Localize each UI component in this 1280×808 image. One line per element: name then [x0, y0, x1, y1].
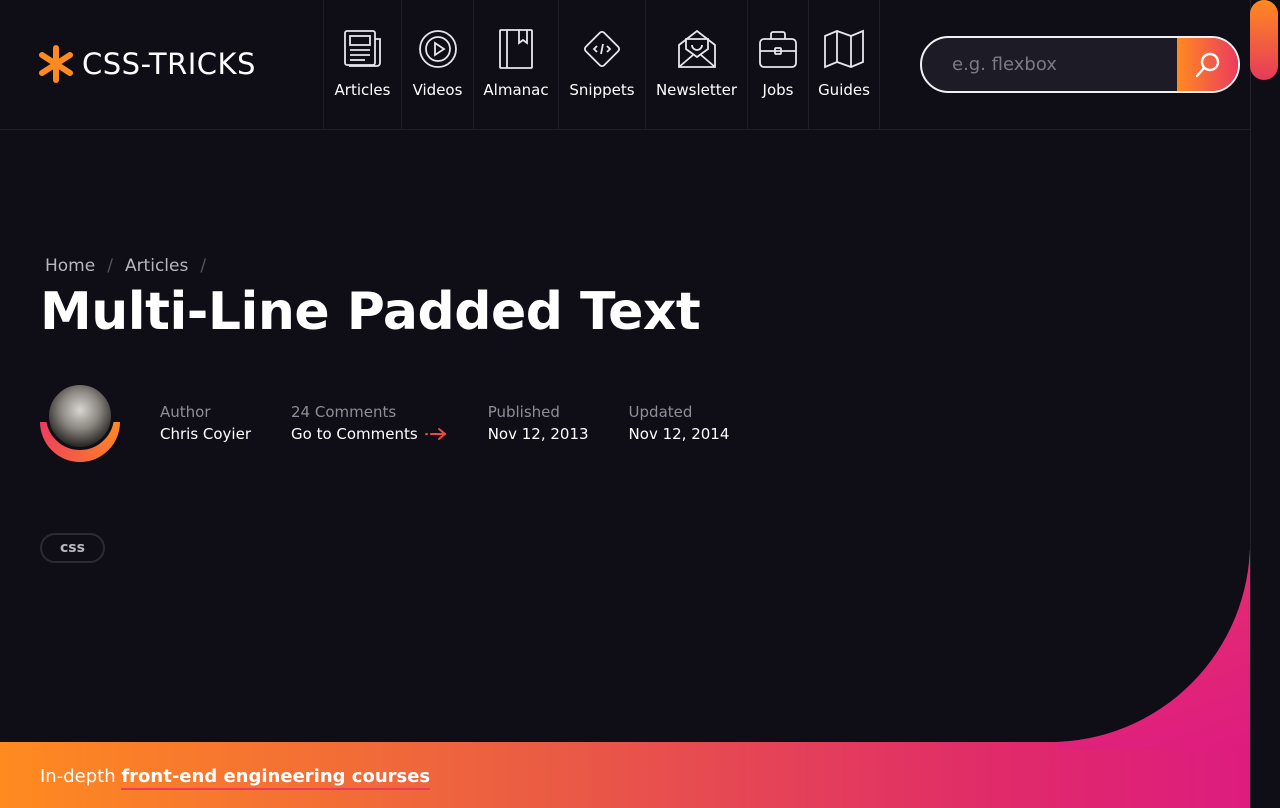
main-nav: Articles Videos Almanac Snippets Newslet…	[323, 0, 880, 130]
nav-snippets[interactable]: Snippets	[558, 0, 645, 130]
tag-css[interactable]: css	[40, 533, 105, 563]
nav-label: Snippets	[569, 81, 635, 99]
author-avatar[interactable]	[40, 382, 120, 462]
published-label: Published	[487, 403, 560, 421]
scrollbar[interactable]	[1250, 0, 1280, 808]
search-input[interactable]	[922, 38, 1177, 91]
site-logo[interactable]: CSS-TRICKS	[38, 44, 256, 84]
code-diamond-icon	[583, 30, 621, 68]
nav-newsletter[interactable]: Newsletter	[645, 0, 747, 130]
breadcrumb: Home / Articles /	[45, 256, 206, 276]
avatar	[46, 382, 114, 450]
nav-videos[interactable]: Videos	[401, 0, 473, 130]
search-bar	[920, 36, 1240, 93]
briefcase-icon	[759, 31, 797, 68]
author-label: Author	[160, 403, 211, 421]
go-to-comments-text: Go to Comments	[291, 425, 418, 443]
nav-guides[interactable]: Guides	[808, 0, 880, 130]
article-meta: Author Chris Coyier 24 Comments Go to Co…	[40, 382, 769, 462]
breadcrumb-separator: /	[107, 256, 113, 276]
asterisk-logo-icon	[39, 45, 73, 83]
promo-link[interactable]: front-end engineering courses	[121, 766, 431, 790]
comments-count: 24 Comments	[291, 403, 397, 421]
play-circle-icon	[418, 30, 457, 68]
nav-jobs[interactable]: Jobs	[747, 0, 808, 130]
search-button[interactable]	[1177, 38, 1238, 91]
map-icon	[824, 29, 864, 69]
meta-published: Published Nov 12, 2013	[488, 382, 589, 443]
newspaper-icon	[343, 30, 381, 67]
nav-label: Videos	[412, 81, 463, 99]
published-date: Nov 12, 2013	[487, 425, 589, 443]
site-header: CSS-TRICKS Articles Videos Almanac Snipp…	[0, 0, 1250, 130]
page-title: Multi-Line Padded Text	[40, 282, 701, 342]
nav-label: Jobs	[762, 81, 794, 99]
scrollbar-thumb[interactable]	[1250, 0, 1278, 80]
nav-almanac[interactable]: Almanac	[473, 0, 558, 130]
breadcrumb-home[interactable]: Home	[45, 256, 95, 276]
meta-updated: Updated Nov 12, 2014	[629, 382, 730, 443]
meta-comments: 24 Comments Go to Comments	[291, 382, 448, 443]
nav-label: Guides	[818, 81, 870, 99]
promo-prefix: In-depth	[40, 766, 122, 787]
nav-label: Articles	[334, 81, 391, 99]
breadcrumb-separator: /	[200, 256, 207, 276]
logo-text: CSS-TRICKS	[82, 47, 256, 81]
promo-text: In-depth front-end engineering courses	[40, 766, 431, 790]
author-name[interactable]: Chris Coyier	[160, 425, 251, 443]
meta-author: Author Chris Coyier	[160, 382, 251, 443]
nav-articles[interactable]: Articles	[323, 0, 401, 130]
breadcrumb-articles[interactable]: Articles	[125, 256, 188, 276]
go-to-comments-link[interactable]: Go to Comments	[291, 425, 448, 443]
envelope-icon	[677, 29, 716, 68]
book-icon	[499, 29, 533, 69]
corner-curve-mask	[858, 350, 1250, 742]
page: CSS-TRICKS Articles Videos Almanac Snipp…	[0, 0, 1280, 808]
nav-label: Almanac	[483, 81, 549, 99]
updated-date: Nov 12, 2014	[628, 425, 730, 443]
updated-label: Updated	[628, 403, 693, 421]
search-icon	[1195, 52, 1219, 77]
arrow-right-icon	[424, 428, 447, 440]
nav-label: Newsletter	[655, 81, 738, 99]
